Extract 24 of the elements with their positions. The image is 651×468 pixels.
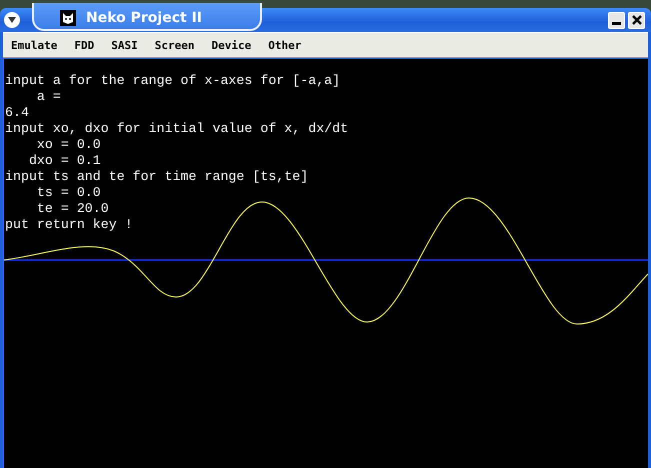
window-title: Neko Project II xyxy=(86,10,202,26)
menu-item[interactable]: Device xyxy=(211,38,252,52)
caret-icon xyxy=(7,16,17,24)
close-icon xyxy=(632,15,642,25)
window-menu-button[interactable] xyxy=(4,12,20,28)
menu-item[interactable]: Screen xyxy=(154,38,194,52)
cat-icon xyxy=(60,10,76,26)
console-line: put return key ! xyxy=(4,217,134,233)
menu-item[interactable]: Emulate xyxy=(11,38,58,52)
menu-item[interactable]: Other xyxy=(268,38,302,52)
console-line: input xo, dxo for initial value of x, dx/dt xyxy=(4,121,350,137)
console-line: ts = 0.0 xyxy=(36,185,102,201)
menu-item[interactable]: FDD xyxy=(74,38,94,52)
console-line: dxo = 0.1 xyxy=(28,153,102,169)
console-line: input ts and te for time range [ts,te] xyxy=(4,169,310,185)
console-line: input a for the range of x-axes for [-a,a] xyxy=(4,73,342,89)
console-line: te = 20.0 xyxy=(36,201,110,217)
minimize-button[interactable] xyxy=(608,12,625,28)
console-line: 6.4 xyxy=(4,105,30,121)
console-line: xo = 0.0 xyxy=(36,137,102,153)
minimize-icon xyxy=(612,22,621,25)
menu-item[interactable]: SASI xyxy=(111,38,138,52)
close-button[interactable] xyxy=(628,12,645,28)
console-line: a = xyxy=(36,89,62,105)
